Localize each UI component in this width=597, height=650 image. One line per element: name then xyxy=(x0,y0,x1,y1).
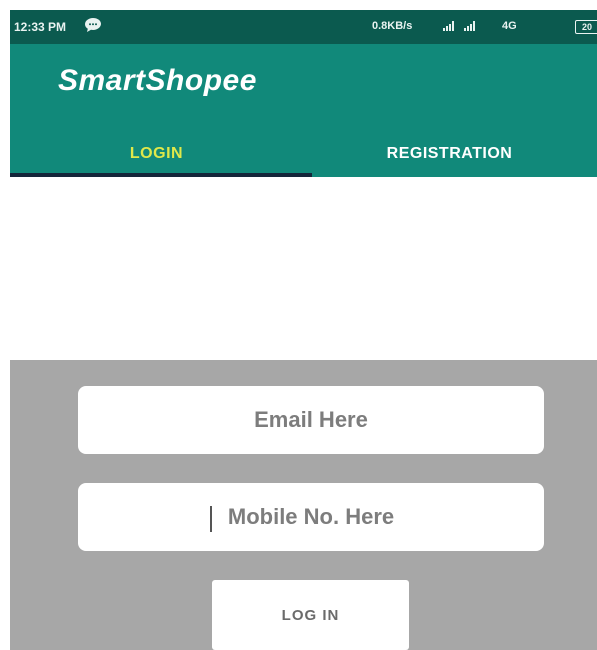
signal-strength-icon xyxy=(443,21,454,31)
app-title: SmartShopee xyxy=(58,64,257,97)
network-type: 4G xyxy=(502,20,517,32)
login-form: LOG IN xyxy=(10,360,597,650)
tab-login[interactable]: LOGIN xyxy=(10,131,303,177)
text-cursor xyxy=(210,506,212,532)
login-button[interactable]: LOG IN xyxy=(212,580,409,650)
chat-bubble-icon xyxy=(85,18,101,32)
tab-registration[interactable]: REGISTRATION xyxy=(303,131,596,177)
network-speed: 0.8KB/s xyxy=(372,20,413,32)
content-spacer xyxy=(10,177,597,360)
mobile-field[interactable] xyxy=(78,483,544,551)
email-field[interactable] xyxy=(78,386,544,454)
signal-icons xyxy=(443,21,475,31)
status-time: 12:33 PM xyxy=(14,20,67,34)
app-bar: SmartShopee LOGIN REGISTRATION xyxy=(10,44,597,177)
signal-strength-icon xyxy=(464,21,475,31)
battery-icon: 20 xyxy=(575,20,597,34)
status-bar: 12:33 PM 0.8KB/s 4G 20 xyxy=(10,10,597,44)
